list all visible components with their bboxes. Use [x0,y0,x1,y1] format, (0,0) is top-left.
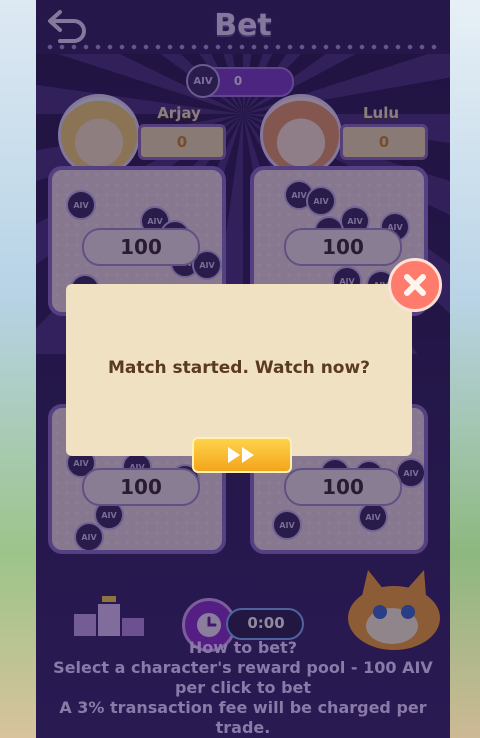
game-screen: Bet AIV 0 Arjay 0 Lulu 0 AIV AIV AIV AIV… [36,0,450,738]
fast-forward-icon [228,447,254,463]
background-left [0,0,36,738]
howto-line: A 3% transaction fee will be charged per [59,698,427,717]
background-right [450,0,480,738]
close-button[interactable] [388,258,442,312]
match-dialog: Match started. Watch now? [66,284,412,456]
howto-line: per click to bet [174,678,312,697]
howto-line: trade. [215,718,271,737]
how-to-bet-panel: How to bet? Select a character's reward … [36,638,450,738]
close-icon [404,274,426,296]
howto-line: Select a character's reward pool - 100 A… [53,658,433,677]
watch-now-button[interactable] [192,437,292,473]
howto-title: How to bet? [188,638,298,657]
dialog-message: Match started. Watch now? [107,358,371,378]
